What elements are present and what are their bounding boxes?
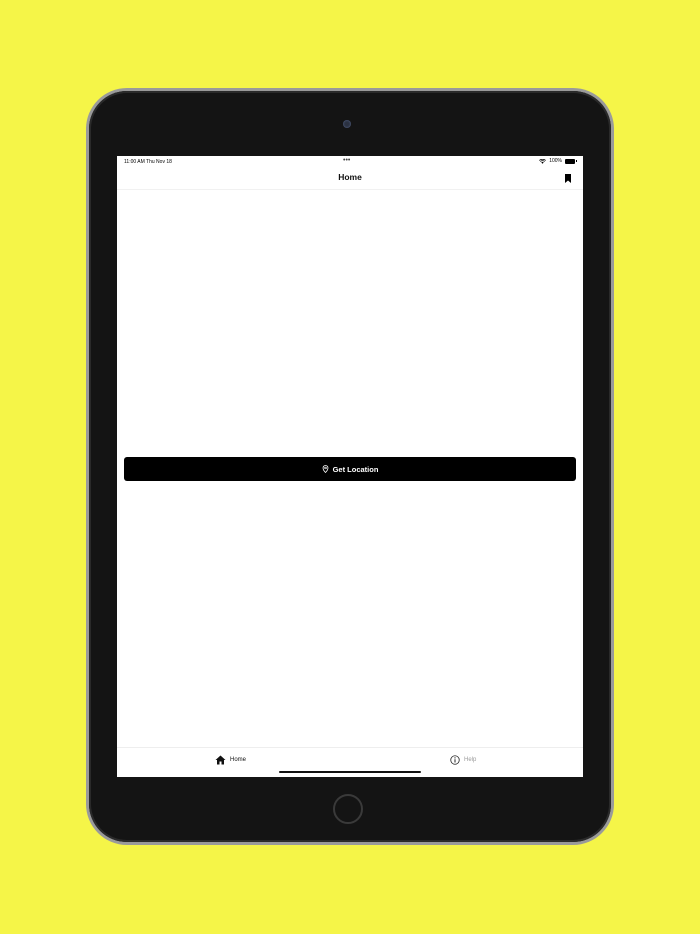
tab-home-label: Home	[230, 757, 247, 763]
front-camera	[343, 120, 351, 128]
status-right: 100%	[539, 158, 577, 164]
get-location-label: Get Location	[332, 464, 379, 474]
battery-percent: 100%	[549, 158, 562, 164]
get-location-button[interactable]: Get Location	[124, 457, 576, 481]
battery-icon	[565, 158, 577, 164]
hardware-home-button[interactable]	[333, 794, 363, 824]
bookmark-icon[interactable]	[565, 174, 571, 183]
location-pin-icon	[322, 465, 328, 473]
house-icon	[215, 755, 226, 765]
status-time-date: 11:00 AM Thu Nov 18	[124, 159, 172, 165]
app-screen: 11:00 AM Thu Nov 18 ••• 100% Home Get Lo…	[117, 156, 583, 777]
wifi-icon	[539, 158, 547, 164]
tab-help-label: Help	[464, 757, 477, 763]
status-bar: 11:00 AM Thu Nov 18 ••• 100%	[117, 156, 583, 168]
tab-bar: Home Help	[117, 747, 583, 777]
info-icon	[450, 755, 460, 765]
home-indicator[interactable]	[279, 771, 421, 773]
multitasking-dots[interactable]: •••	[343, 157, 350, 164]
tab-home[interactable]: Home	[215, 755, 246, 765]
navigation-bar: Home	[117, 168, 583, 190]
tab-help[interactable]: Help	[450, 755, 476, 765]
page-title: Home	[338, 172, 362, 182]
